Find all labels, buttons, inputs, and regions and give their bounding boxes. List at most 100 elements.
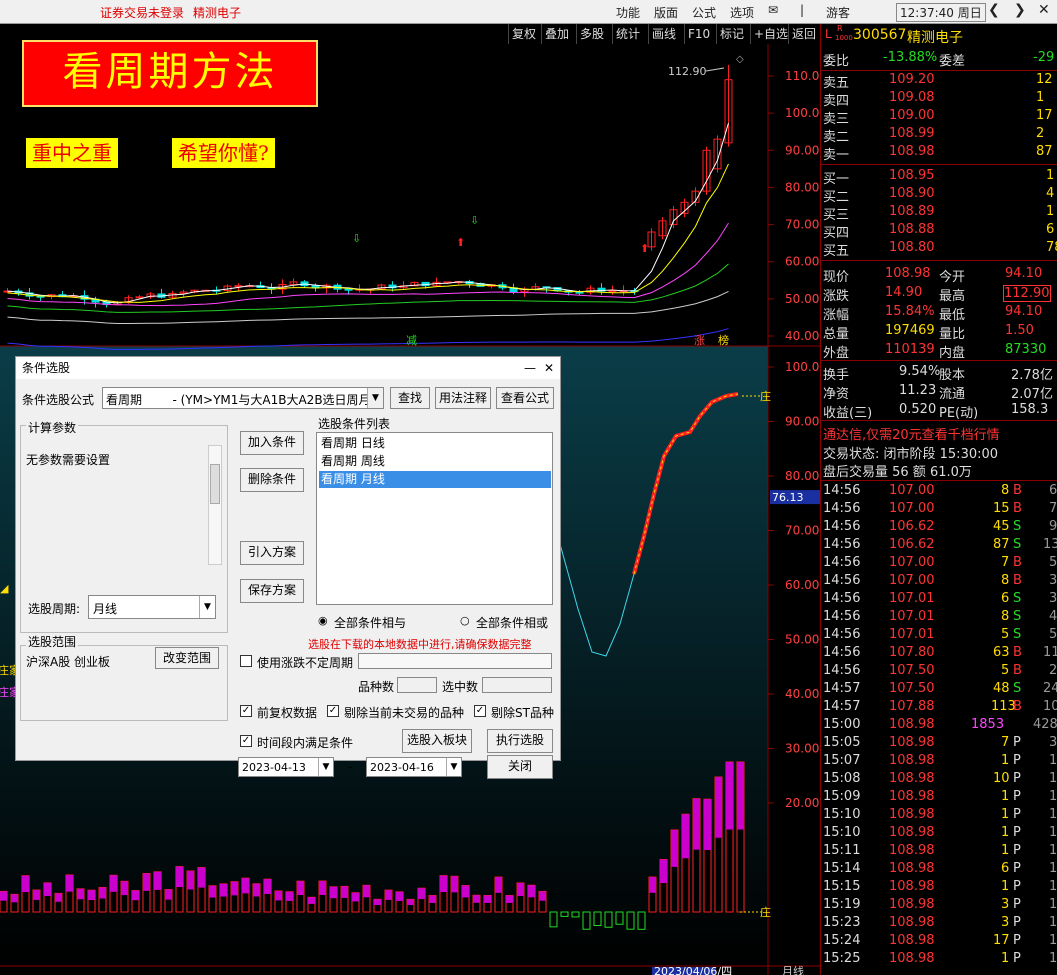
menu-layout[interactable]: 版面 [654,4,678,21]
tick-time: 15:11 [823,843,861,858]
price-axis-label: 100.00 [785,106,820,120]
find-button[interactable]: 查找 [390,387,430,409]
close-button[interactable]: 关闭 [487,755,553,779]
toolbar-0-button[interactable]: 复权 [508,24,539,44]
period-label: 月线 [782,964,804,975]
change-range-button[interactable]: 改变范围 [155,647,219,669]
radio-and[interactable]: ◉ [318,614,328,627]
toolbar-4-button[interactable]: 画线 [648,24,679,44]
list-item[interactable]: 看周期 日线 [319,435,551,452]
chevron-down-icon[interactable]: ▼ [199,596,215,618]
back-arrow-icon[interactable]: ❮ [988,2,1000,18]
tick-price: 108.98 [889,825,935,840]
volume-bar [208,885,217,913]
candle [399,280,408,289]
tick-count: 3 [1049,735,1057,750]
date-to-picker[interactable]: 2023-04-16 ▼ [366,757,462,777]
dialog-close-icon[interactable]: ✕ [544,357,554,379]
forward-arrow-icon[interactable]: ❯ [1014,2,1026,18]
price-axis-label: 70.00 [785,218,819,232]
toolbar-5-button[interactable]: F10 [684,24,713,44]
tick-time: 15:23 [823,915,861,930]
chevron-down-icon[interactable]: ▼ [446,758,461,776]
indicator-axis-label: 60.00 [785,578,819,592]
toolbar-8-button[interactable]: 返回 [788,24,819,44]
volume-bar [142,873,151,913]
usage-button[interactable]: 用法注释 [435,387,491,409]
tick-time: 15:25 [823,951,861,966]
save-plan-button[interactable]: 保存方案 [240,579,304,603]
toolbar-3-button[interactable]: 统计 [612,24,643,44]
candle [575,290,584,296]
period-select[interactable]: 月线 ▼ [88,595,216,619]
chevron-down-icon[interactable]: ▼ [318,758,333,776]
buy-price: 108.95 [889,168,935,183]
data-warning: 选股在下载的本地数据中进行,请确保数据完整 [308,638,532,651]
list-item-selected[interactable]: 看周期 月线 [319,471,551,488]
arrow-down-icon: ⇩ [470,214,479,227]
list-item[interactable]: 看周期 周线 [319,453,551,470]
banner-title: 看周期方法 [22,40,318,107]
ad-text: 通达信,仅需20元查看千档行情 [823,428,1000,443]
params-scrollbar[interactable] [208,445,222,565]
tick-count: 4 [1049,609,1057,624]
buy-label: 买五 [823,244,850,259]
tick-dir: B [1013,645,1022,660]
tick-time: 14:57 [823,699,861,714]
price-axis-label: 110.00 [785,69,820,83]
view-formula-button[interactable]: 查看公式 [496,387,554,409]
close-icon[interactable]: ✕ [1038,2,1050,18]
delete-condition-button[interactable]: 删除条件 [240,468,304,492]
range-input[interactable] [358,653,552,669]
use-range-checkbox[interactable] [240,655,252,667]
tick-count: 1 [1049,951,1057,966]
tick-dir: P [1013,825,1021,840]
to-block-button[interactable]: 选股入板块 [402,729,472,753]
menu-formula[interactable]: 公式 [692,4,716,21]
toolbar-6-button[interactable]: 标记 [716,24,747,44]
sell-vol: 1 [1036,90,1045,105]
tick-time: 14:56 [823,519,861,534]
toolbar-7-button[interactable]: +自选 [750,24,791,44]
sell-row: 卖二 108.99 2 [821,126,1057,145]
mail-icon[interactable]: ✉ [768,3,778,17]
minimize-icon[interactable]: — [524,357,536,379]
badge-sub: 1000 [835,34,853,42]
tick-vol: 6 [1001,861,1010,876]
menu-function[interactable]: 功能 [616,4,640,21]
add-condition-button[interactable]: 加入条件 [240,431,304,455]
weicha-value: -29 [1033,50,1055,65]
toolbar-2-button[interactable]: 多股 [576,24,607,44]
volume-bar [340,885,349,913]
tag-important: 重中之重 [26,138,118,168]
date-from-picker[interactable]: 2023-04-13 ▼ [238,757,334,777]
tick-row: 14:56 107.00 15 B 7 [821,501,1057,519]
sell-label: 卖五 [823,76,850,91]
formula-select[interactable]: 看周期 - (YM>YM1与大A1B大A2B选日周月 ▼ [102,387,384,409]
fuquan-checkbox[interactable]: ✓ [240,705,252,717]
timerange-checkbox[interactable]: ✓ [240,735,252,747]
run-screener-button[interactable]: 执行选股 [487,729,553,753]
buy-row: 买一 108.95 1 [821,168,1057,187]
user-label[interactable]: 游客 [826,4,850,21]
tick-time: 14:56 [823,627,861,642]
tick-price: 107.88 [889,699,935,714]
radio-or[interactable]: ○ [460,614,470,627]
tick-dir: P [1013,789,1021,804]
exclude-st-checkbox[interactable]: ✓ [474,705,486,717]
stat-label: 涨幅 [823,308,850,323]
menu-options[interactable]: 选项 [730,4,754,21]
marker-jian: 减 [406,334,417,347]
volume-bar [186,870,195,913]
condition-list[interactable]: 看周期 日线 看周期 周线 看周期 月线 [316,432,553,605]
candle [658,217,667,240]
tick-row: 14:56 107.01 5 S 5 [821,627,1057,645]
exclude-untraded-checkbox[interactable]: ✓ [327,705,339,717]
tick-count: 13 [1043,537,1057,552]
tick-time: 14:57 [823,681,861,696]
import-plan-button[interactable]: 引入方案 [240,541,304,565]
chevron-down-icon[interactable]: ▼ [367,388,383,408]
toolbar-1-button[interactable]: 叠加 [541,24,572,44]
volume-bar [318,880,327,913]
weicha-label: 委差 [939,54,966,69]
